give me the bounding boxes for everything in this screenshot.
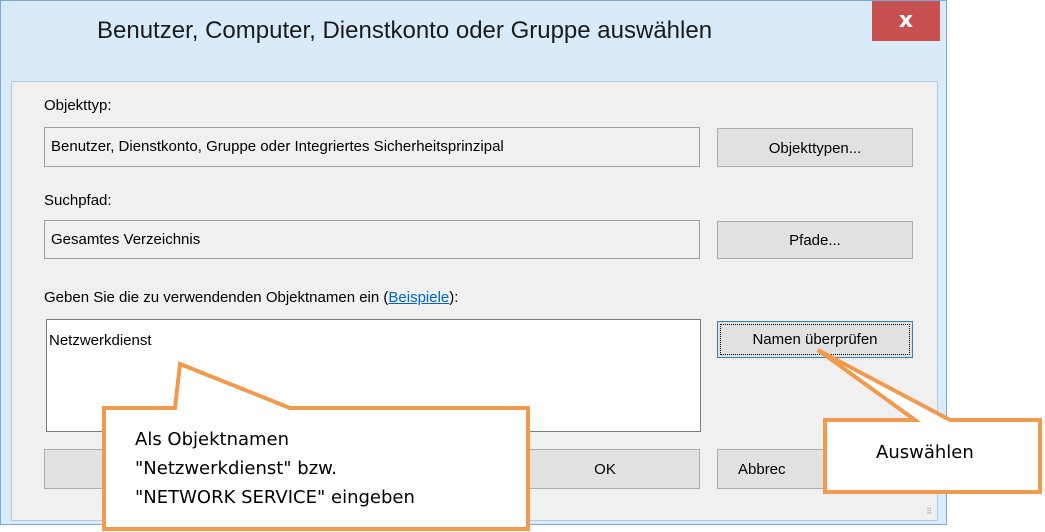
callout-names-line3: "NETWORK SERVICE" eingeben — [135, 487, 415, 508]
callout-names-line1: Als Objektnamen — [135, 429, 290, 450]
callout-names-text: Als Objektnamen "Netzwerkdienst" bzw. "N… — [135, 425, 415, 512]
callout-select-text: Auswählen — [876, 442, 974, 463]
callout-select-shape — [816, 348, 1042, 494]
callout-names-line2: "Netzwerkdienst" bzw. — [135, 458, 337, 479]
